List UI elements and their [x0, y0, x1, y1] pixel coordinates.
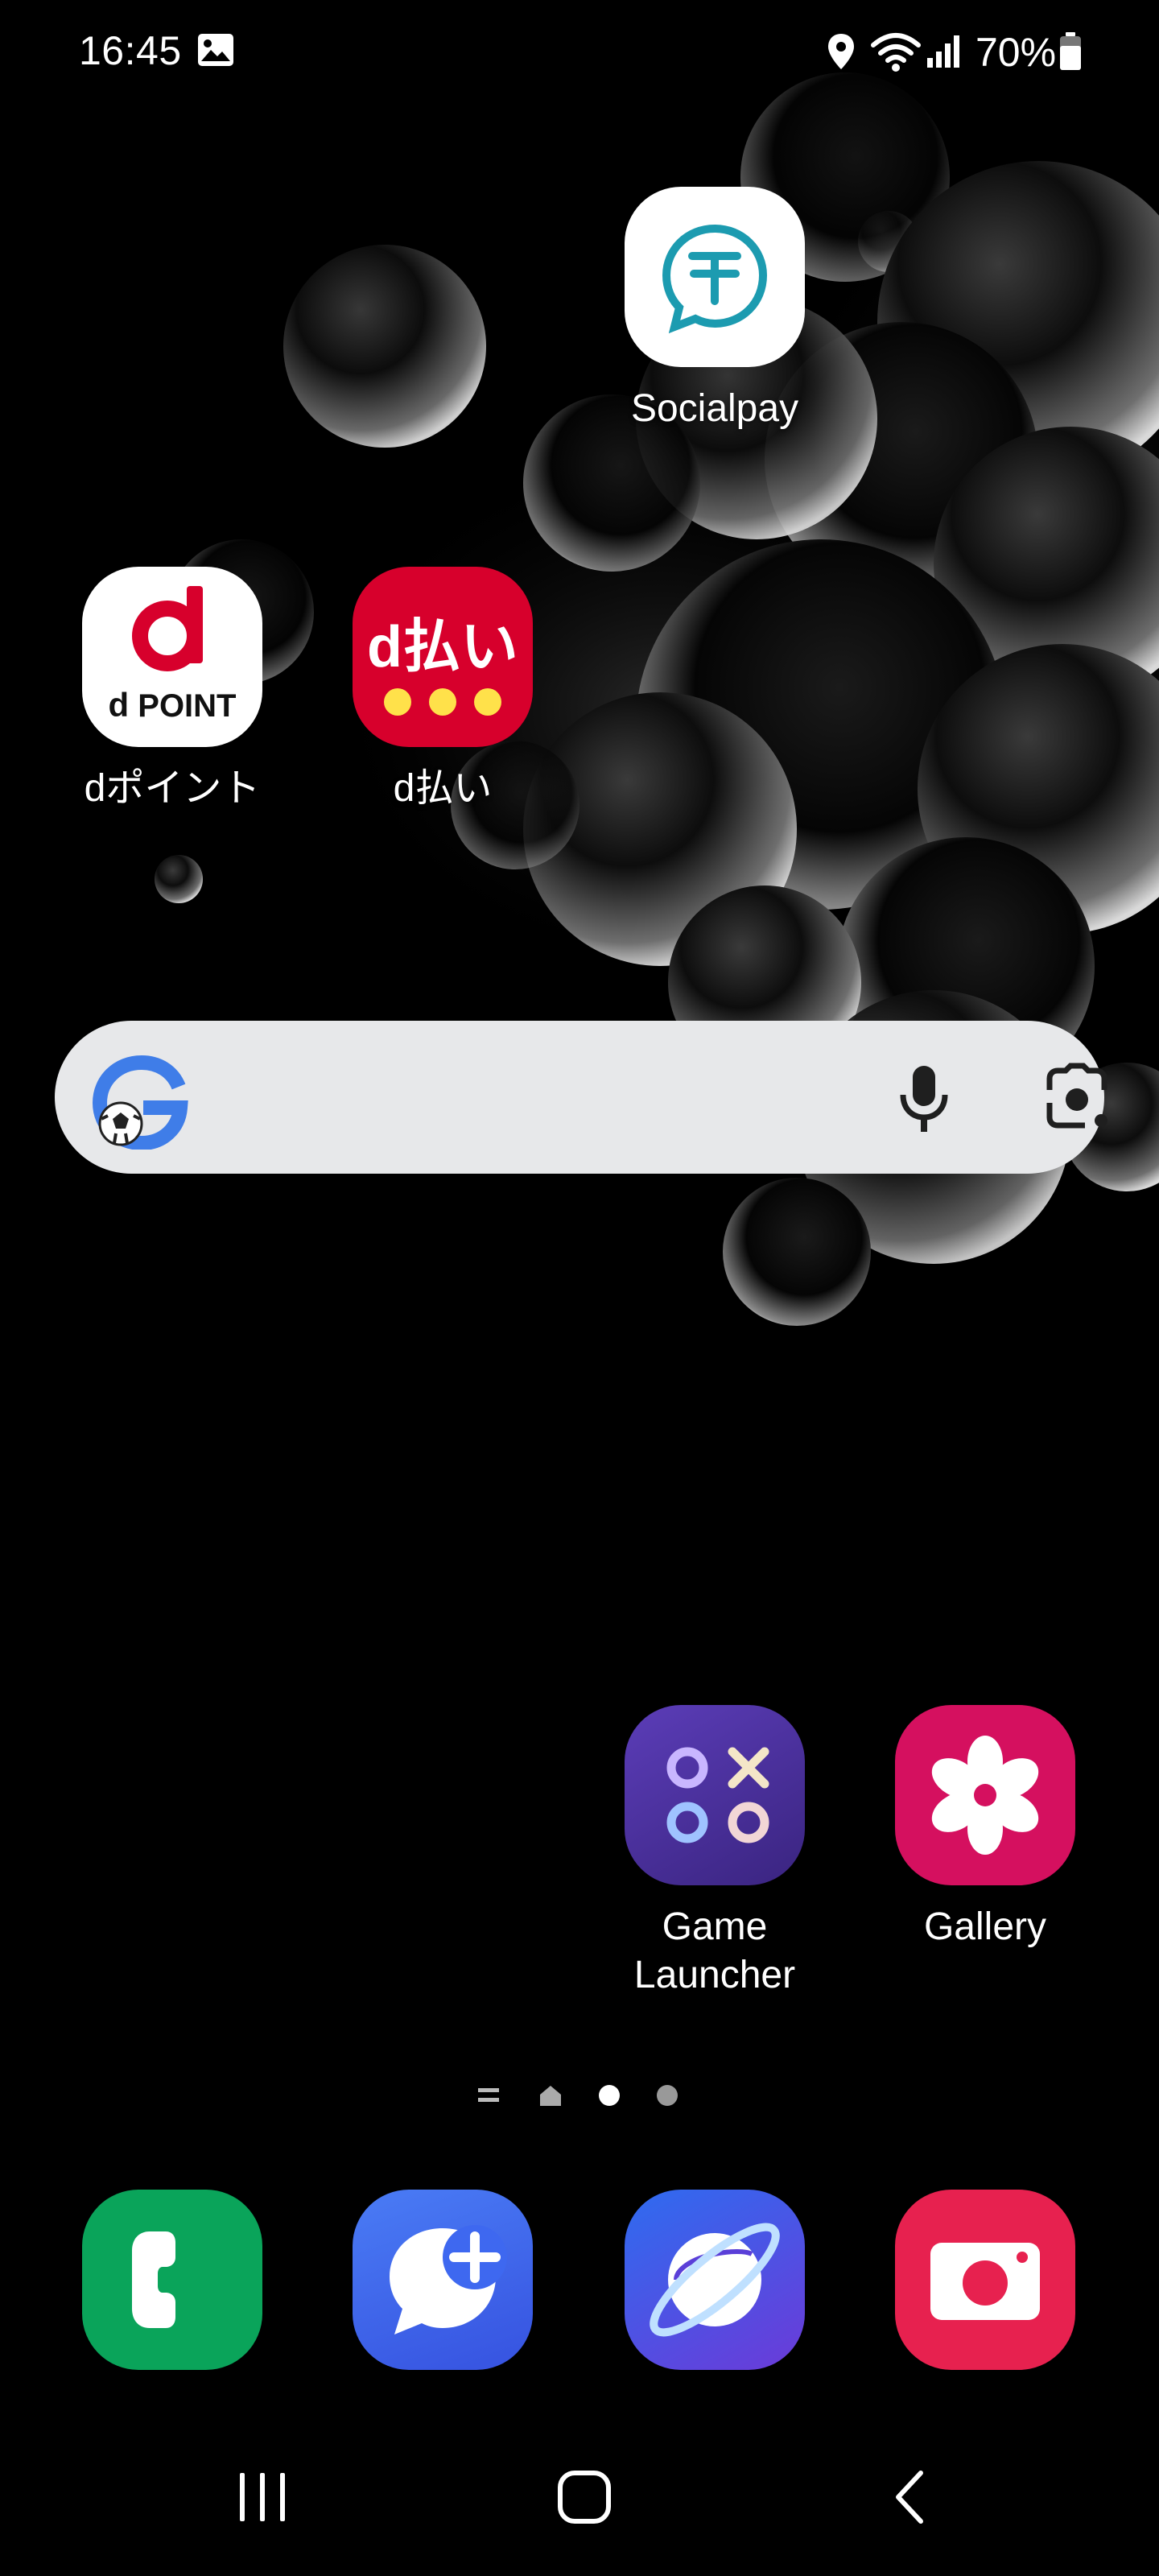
- home-indicator: [540, 2086, 561, 2106]
- location-icon: [828, 34, 854, 69]
- google-g-logo-with-soccer-ball: [92, 1055, 188, 1150]
- dbarai-icon-text: d払い: [367, 615, 518, 679]
- battery-percentage: 70%: [975, 30, 1057, 75]
- app-socialpay[interactable]: Socialpay: [610, 187, 819, 433]
- dbarai-icon: d払い: [353, 567, 533, 747]
- recent-apps-button[interactable]: [233, 2468, 291, 2526]
- app-label-socialpay: Socialpay: [630, 387, 799, 430]
- status-bar: 16:45 70%: [0, 0, 1159, 105]
- back-button[interactable]: [882, 2468, 940, 2526]
- clock: 16:45: [79, 28, 182, 73]
- gallery-notification-icon: [198, 34, 233, 66]
- dock-camera[interactable]: [881, 2190, 1090, 2370]
- dock-phone[interactable]: [68, 2190, 277, 2370]
- microphone-icon[interactable]: [884, 1058, 964, 1138]
- phone-icon: [82, 2190, 262, 2370]
- app-dpoint[interactable]: d POINT dポイント: [68, 567, 277, 813]
- dock-internet[interactable]: [610, 2190, 819, 2370]
- app-gallery[interactable]: Gallery: [881, 1705, 1090, 1951]
- app-label-dbarai: d払い: [393, 767, 493, 810]
- google-lens-icon[interactable]: [1037, 1058, 1117, 1138]
- dpoint-icon-text: d POINT: [108, 686, 237, 724]
- wifi-icon: [871, 33, 921, 72]
- battery-icon: [1060, 32, 1081, 70]
- home-button[interactable]: [555, 2468, 613, 2526]
- app-label-game-launcher: Game Launcher: [633, 1905, 796, 1996]
- gallery-flower-icon: [895, 1705, 1075, 1885]
- signal-icon: [927, 35, 959, 68]
- navigation-bar: [0, 2447, 1159, 2552]
- app-label-dpoint: dポイント: [84, 767, 261, 810]
- page-dot: [657, 2085, 678, 2106]
- socialpay-icon: [625, 187, 805, 367]
- app-dbarai[interactable]: d払い d払い: [338, 567, 547, 813]
- current-page-dot: [599, 2085, 620, 2106]
- game-launcher-icon: [625, 1705, 805, 1885]
- dpoint-icon: d POINT: [82, 567, 262, 747]
- internet-browser-icon: [625, 2190, 805, 2370]
- camera-icon: [895, 2190, 1075, 2370]
- dock-messages[interactable]: [338, 2190, 547, 2370]
- google-search-bar[interactable]: [55, 1021, 1107, 1174]
- messages-icon: [353, 2190, 533, 2370]
- page-indicator[interactable]: [467, 2079, 692, 2111]
- app-game-launcher[interactable]: Game Launcher: [610, 1705, 819, 2000]
- list-indicator: [478, 2088, 499, 2102]
- app-label-gallery: Gallery: [923, 1905, 1047, 1948]
